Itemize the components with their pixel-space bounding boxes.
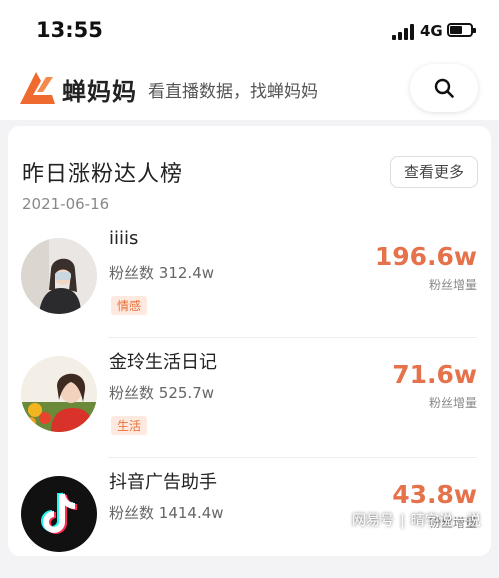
status-time: 13:55 xyxy=(36,18,103,42)
fans-value: 312.4w xyxy=(158,264,215,282)
status-bar: 13:55 4G xyxy=(0,0,499,60)
app-header: 蝉妈妈 看直播数据，找蝉妈妈 xyxy=(0,60,499,120)
search-slogan[interactable]: 看直播数据，找蝉妈妈 xyxy=(148,77,318,102)
category-tag: 情感 xyxy=(111,296,148,315)
growth-value: 196.6w xyxy=(374,242,477,271)
influencer-name: 金玲生活日记 xyxy=(109,352,217,373)
growth-label: 粉丝增量 xyxy=(428,396,477,410)
logo-icon xyxy=(20,72,55,104)
battery-icon xyxy=(447,23,476,37)
fans-count: 粉丝数 1414.4w xyxy=(109,502,224,523)
watermark-source: 网易号 xyxy=(352,513,394,529)
signal-icon xyxy=(392,24,414,40)
fans-label: 粉丝数 xyxy=(109,504,155,522)
influencer-name: iiiis xyxy=(109,228,139,249)
list-item[interactable]: iiiis 粉丝数 312.4w 情感 196.6w 粉丝增量 xyxy=(8,218,491,338)
growth-label: 粉丝增量 xyxy=(428,278,477,292)
category-tag: 生活 xyxy=(111,416,148,435)
avatar xyxy=(21,356,97,432)
view-more-button[interactable]: 查看更多 xyxy=(390,156,478,188)
section-date: 2021-06-16 xyxy=(22,195,110,213)
tiktok-logo-icon xyxy=(21,476,97,552)
fans-label: 粉丝数 xyxy=(109,384,155,402)
fans-value: 1414.4w xyxy=(158,504,224,522)
fans-count: 粉丝数 312.4w xyxy=(109,262,214,283)
avatar xyxy=(21,238,97,314)
watermark: 网易号 | 晴字说一说 xyxy=(352,513,481,529)
fans-value: 525.7w xyxy=(158,384,215,402)
fans-label: 粉丝数 xyxy=(109,264,155,282)
list-item[interactable]: 金玲生活日记 粉丝数 525.7w 生活 71.6w 粉丝增量 xyxy=(8,338,491,458)
growth-value: 71.6w xyxy=(392,360,477,389)
section-title: 昨日涨粉达人榜 xyxy=(22,162,184,187)
growth-value: 43.8w xyxy=(392,480,477,509)
ranking-card: 昨日涨粉达人榜 查看更多 2021-06-16 iiiis 粉丝数 312.4w… xyxy=(8,126,491,556)
influencer-name: 抖音广告助手 xyxy=(109,472,217,493)
search-icon xyxy=(434,78,454,98)
fans-count: 粉丝数 525.7w xyxy=(109,382,214,403)
network-type: 4G xyxy=(420,22,443,40)
avatar xyxy=(21,476,97,552)
app-name: 蝉妈妈 xyxy=(62,78,137,106)
watermark-author: 晴字说一说 xyxy=(410,513,481,529)
search-button[interactable] xyxy=(410,64,478,112)
